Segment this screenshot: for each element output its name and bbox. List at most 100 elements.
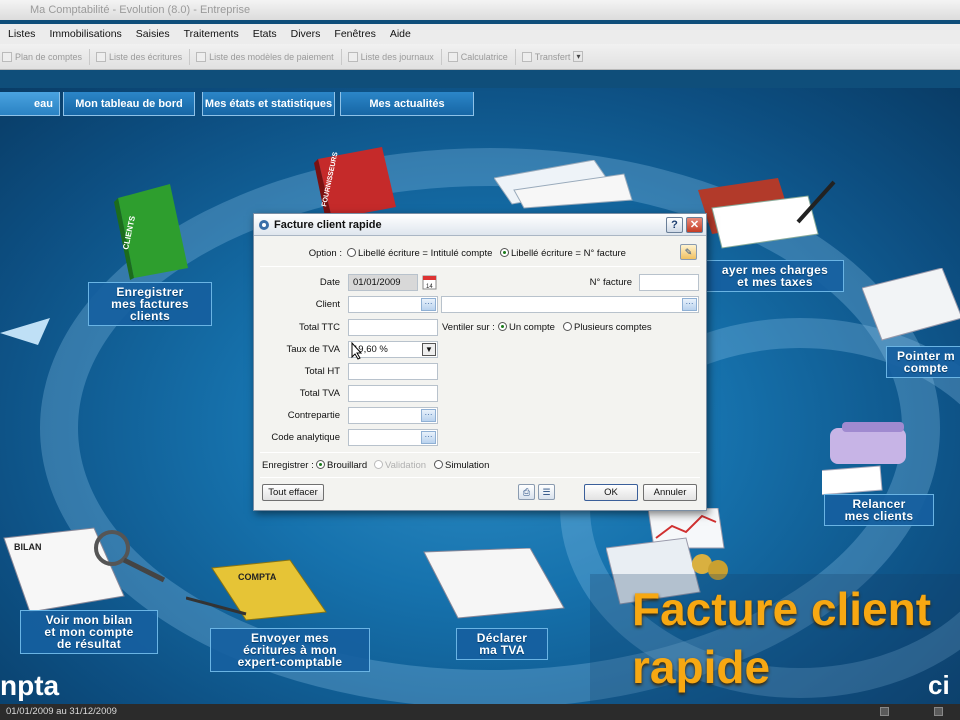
facture-label: N° facture	[589, 277, 632, 288]
toolbar-calculatrice[interactable]: Calculatrice	[447, 51, 508, 62]
radio-icon	[563, 322, 572, 331]
menu-traitements[interactable]: Traitements	[184, 28, 239, 40]
toolbar-separator	[189, 48, 191, 65]
tab-active[interactable]: eau	[0, 92, 60, 116]
divider	[260, 477, 700, 478]
menu-etats[interactable]: Etats	[253, 28, 277, 40]
chart-icon	[2, 51, 12, 62]
close-button[interactable]: ✕	[686, 217, 703, 233]
tab-tableau-de-bord[interactable]: Mon tableau de bord	[63, 92, 195, 116]
label-enregistrer-factures[interactable]: Enregistrer mes factures clients	[88, 282, 212, 326]
compta-folder-icon: COMPTA	[186, 559, 327, 621]
ok-button[interactable]: OK	[584, 484, 638, 501]
bank-statements-icon	[494, 160, 633, 209]
dialog-titlebar: Facture client rapide ? ✕	[254, 214, 706, 236]
toolbar-liste-journaux[interactable]: Liste des journaux	[347, 51, 434, 62]
tab-etats-statistiques[interactable]: Mes états et statistiques	[202, 92, 335, 116]
transfer-icon	[521, 51, 532, 62]
lookup-icon[interactable]: ···	[421, 409, 436, 422]
save-brouillard-radio[interactable]: Brouillard	[316, 460, 367, 471]
ttc-label: Total TTC	[298, 322, 340, 333]
toolbar-transfert[interactable]: Transfert	[521, 51, 570, 62]
lookup-icon[interactable]: ···	[421, 298, 436, 311]
tab-actualites[interactable]: Mes actualités	[340, 92, 474, 116]
divider	[260, 452, 700, 453]
status-period: 01/01/2009 au 31/12/2009	[6, 706, 117, 717]
menu-listes[interactable]: Listes	[8, 28, 35, 40]
label-relancer-clients[interactable]: Relancer mes clients	[824, 494, 934, 526]
printer-icon[interactable]: ⎙	[518, 484, 535, 500]
brand-logo-left: npta	[0, 670, 60, 701]
save-simulation-radio[interactable]: Simulation	[434, 460, 489, 471]
client-name-field[interactable]: ···	[441, 296, 699, 313]
ventiler-un-compte-radio[interactable]: Un compte	[498, 322, 555, 333]
ht-field[interactable]	[348, 363, 438, 380]
client-code-field[interactable]: ···	[348, 296, 438, 313]
radio-selected-icon	[498, 322, 507, 331]
video-caption: Facture client rapide	[632, 583, 932, 693]
toolbar-liste-ecritures[interactable]: Liste des écritures	[96, 51, 182, 62]
label-envoyer-ecritures[interactable]: Envoyer mes écritures à mon expert-comptab…	[210, 628, 370, 672]
radio-icon	[347, 248, 356, 257]
toolbar-separator	[340, 48, 342, 65]
client-label: Client	[315, 299, 340, 310]
label-declarer-tva[interactable]: Déclarer ma TVA	[456, 628, 548, 660]
contrepartie-label: Contrepartie	[287, 410, 340, 421]
tva-form-icon	[423, 548, 565, 619]
palette-icon[interactable]: ✎	[680, 244, 697, 260]
option-intitule-radio[interactable]: Libellé écriture = Intitulé compte	[347, 248, 492, 259]
checkbook-pen-icon	[698, 178, 836, 249]
menu-immobilisations[interactable]: Immobilisations	[49, 28, 121, 40]
menu-aide[interactable]: Aide	[390, 28, 411, 40]
lookup-icon[interactable]: ···	[682, 298, 697, 311]
list-icon[interactable]: ☰	[538, 484, 555, 500]
tva-rate-label: Taux de TVA	[286, 344, 340, 355]
date-label: Date	[319, 277, 340, 288]
lookup-icon[interactable]: ···	[421, 431, 436, 444]
chevron-down-icon[interactable]: ▼	[422, 343, 436, 356]
analytique-field[interactable]: ···	[348, 429, 438, 446]
toolbar-separator	[514, 48, 516, 65]
label-payer-charges[interactable]: ayer mes charges et mes taxes	[706, 260, 844, 292]
green-binder-icon: CLIENTS	[114, 184, 188, 280]
radio-selected-icon	[316, 460, 325, 469]
toolbar-modeles-paiement[interactable]: Liste des modèles de paiement	[196, 51, 334, 62]
dialog-title: Facture client rapide	[274, 218, 382, 231]
label-pointer-comptes[interactable]: Pointer m compte	[886, 346, 960, 378]
option-numero-radio[interactable]: Libellé écriture = N° facture	[500, 248, 626, 259]
calculator-icon	[447, 51, 458, 62]
ventiler-plusieurs-radio[interactable]: Plusieurs comptes	[563, 322, 652, 333]
bilan-doc-label: BILAN	[14, 542, 42, 552]
calendar-icon[interactable]: 14	[422, 274, 438, 290]
date-field[interactable]: 01/01/2009	[348, 274, 418, 291]
contrepartie-field[interactable]: ···	[348, 407, 438, 424]
status-indicator-icon	[934, 707, 943, 716]
menu-fenetres[interactable]: Fenêtres	[334, 28, 375, 40]
toolbar-plan-comptes[interactable]: Plan de comptes	[2, 51, 82, 62]
clear-all-button[interactable]: Tout effacer	[262, 484, 324, 501]
list-icon	[196, 51, 207, 62]
brand-logo-right: ci	[928, 670, 950, 700]
compta-label: COMPTA	[238, 572, 277, 582]
ttc-field[interactable]	[348, 319, 438, 336]
menu-saisies[interactable]: Saisies	[136, 28, 170, 40]
chevron-down-icon[interactable]: ▾	[573, 51, 584, 62]
radio-selected-icon	[500, 248, 509, 257]
radio-icon	[434, 460, 443, 469]
option-label: Option :	[308, 248, 342, 259]
list-icon	[96, 51, 107, 62]
app-icon	[259, 219, 269, 230]
svg-text:14: 14	[426, 284, 433, 290]
menu-bar: Listes Immobilisations Saisies Traitemen…	[0, 24, 960, 44]
ventiler-label: Ventiler sur :	[442, 322, 495, 333]
label-voir-bilan[interactable]: Voir mon bilan et mon compte de résultat	[20, 610, 158, 654]
save-validation-radio: Validation	[374, 460, 426, 471]
facture-client-dialog: Facture client rapide ? ✕ Option : Libel…	[253, 213, 707, 511]
cancel-button[interactable]: Annuler	[643, 484, 697, 501]
tva-total-field[interactable]	[348, 385, 438, 402]
toolbar-separator	[89, 48, 91, 65]
menu-divers[interactable]: Divers	[291, 28, 321, 40]
toolbar-separator	[440, 48, 442, 65]
help-button[interactable]: ?	[666, 217, 683, 233]
facture-number-field[interactable]	[639, 274, 699, 291]
